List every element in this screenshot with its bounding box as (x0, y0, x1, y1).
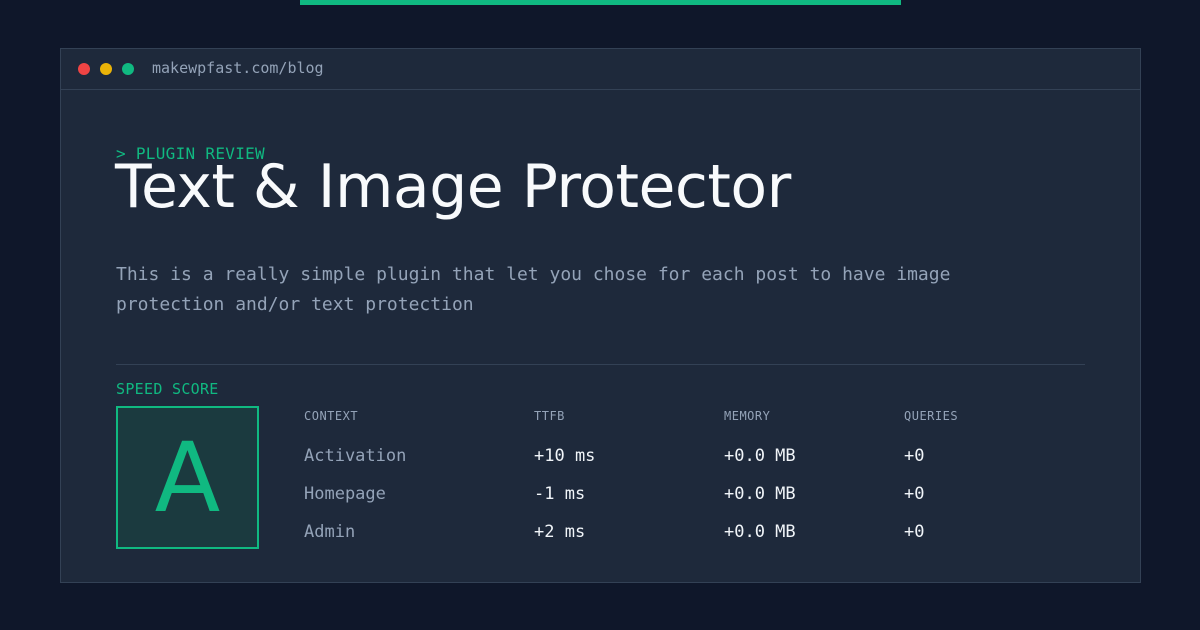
row-admin-ttfb: +2 ms (534, 522, 586, 542)
row-homepage-ttfb: -1 ms (534, 484, 586, 504)
page-title: Text & Image Protector (115, 152, 791, 222)
column-header-memory: MEMORY (724, 409, 771, 423)
browser-card: makewpfast.com/blog > PLUGIN REVIEW Text… (60, 48, 1141, 583)
maximize-window-dot-icon[interactable] (122, 63, 134, 75)
column-header-ttfb: TTFB (534, 409, 565, 423)
top-accent-bar (300, 0, 901, 5)
row-admin-memory: +0.0 MB (724, 522, 796, 542)
row-admin-context: Admin (304, 522, 356, 542)
row-homepage-context: Homepage (304, 484, 386, 504)
row-activation-queries: +0 (904, 446, 925, 466)
close-window-dot-icon[interactable] (78, 63, 90, 75)
column-header-queries: QUERIES (904, 409, 959, 423)
row-homepage-queries: +0 (904, 484, 925, 504)
row-activation-memory: +0.0 MB (724, 446, 796, 466)
minimize-window-dot-icon[interactable] (100, 63, 112, 75)
row-activation-ttfb: +10 ms (534, 446, 596, 466)
speed-grade-letter: A (154, 421, 221, 534)
post-description: This is a really simple plugin that let … (116, 264, 951, 315)
row-admin-queries: +0 (904, 522, 925, 542)
speed-score-label: SPEED SCORE (116, 380, 219, 398)
row-activation-context: Activation (304, 446, 407, 466)
speed-grade-badge: A (116, 406, 259, 549)
address-url[interactable]: makewpfast.com/blog (152, 58, 324, 78)
section-divider (116, 364, 1085, 365)
row-homepage-memory: +0.0 MB (724, 484, 796, 504)
window-titlebar: makewpfast.com/blog (61, 49, 1140, 90)
column-header-context: CONTEXT (304, 409, 359, 423)
